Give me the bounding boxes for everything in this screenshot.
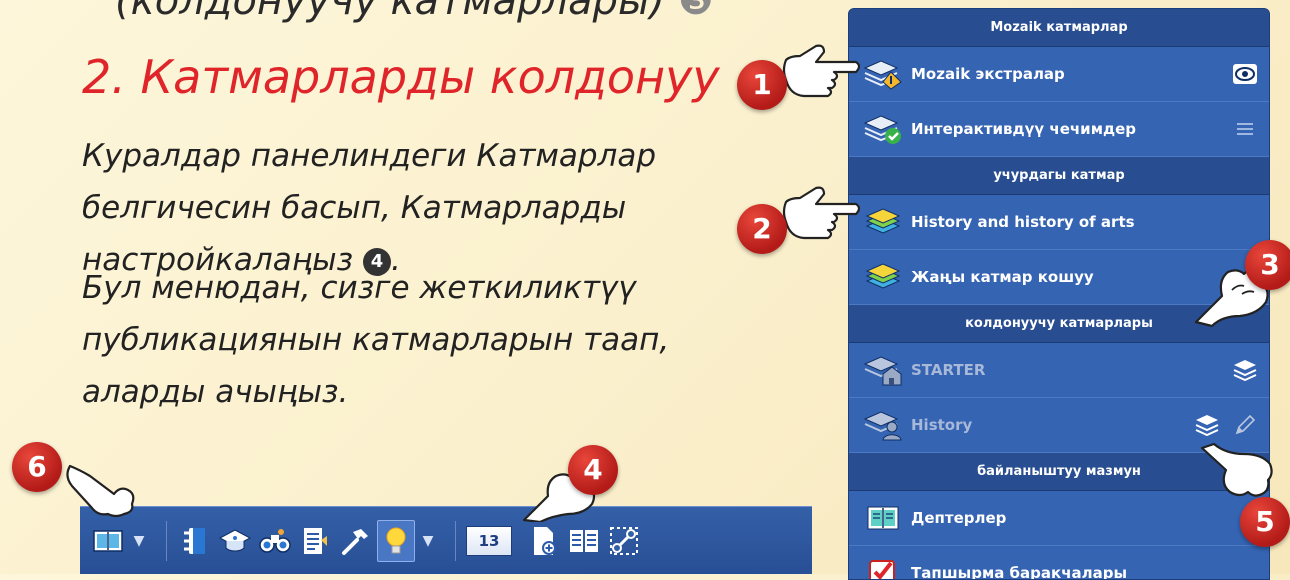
cut-off-caption-number: ❸ (677, 0, 714, 24)
content-row-worksheets[interactable]: Тапшырма баракчалары (849, 546, 1269, 580)
instruction-paragraph-2: Бул менюдан, сизге жеткиликтүү публикаци… (82, 262, 782, 418)
paragraph-1-line-1: Куралдар панелиндеги Катмарлар (82, 138, 657, 174)
layers-user-icon (861, 405, 905, 445)
paragraph-1-line-2: белгичесин басып, Катмарларды (82, 190, 627, 226)
cut-off-caption: (колдонуучу катмарлары) ❸ (115, 0, 714, 24)
toolbar-separator (166, 520, 167, 561)
worksheet-check-icon (861, 553, 905, 579)
layer-row-mozaik-extras[interactable]: Mozaik экстралар (849, 47, 1269, 102)
callout-badge-6: 6 (12, 442, 62, 492)
layer-label-starter: STARTER (911, 361, 986, 379)
two-page-icon[interactable] (566, 521, 602, 561)
notebook-icon (861, 498, 905, 538)
layers-icon[interactable] (1231, 356, 1259, 384)
hammer-icon[interactable] (337, 521, 373, 561)
eye-icon[interactable] (1231, 60, 1259, 88)
layer-label-interactive-solutions: Интерактивдүү чечимдер (911, 120, 1136, 138)
crop-icon[interactable] (606, 521, 642, 561)
content-label-worksheets: Тапшырма баракчалары (911, 564, 1128, 580)
binoculars-icon[interactable] (257, 521, 293, 561)
layer-row-history-arts[interactable]: History and history of arts (849, 195, 1269, 250)
layers-house-icon (861, 350, 905, 390)
caret-down-icon[interactable]: ▼ (130, 533, 148, 549)
cut-off-caption-text: (колдонуучу катмарлары) (115, 0, 666, 24)
callout-badge-4: 4 (568, 445, 618, 495)
paragraph-2-line-1: Бул менюдан, сизге жеткиликтүү (82, 270, 637, 306)
pointing-hand-icon (66, 464, 135, 518)
layer-label-history-arts: History and history of arts (911, 213, 1135, 231)
layer-label-mozaik-extras: Mozaik экстралар (911, 65, 1065, 83)
paragraph-2-line-3: аларды ачыңыз. (82, 374, 349, 410)
toolbar-separator (455, 520, 456, 561)
menu-icon[interactable] (1231, 115, 1259, 143)
layers-warning-icon (861, 54, 905, 94)
layers-stack-icon (861, 257, 905, 297)
pointing-hand-icon (782, 44, 860, 98)
layer-row-interactive-solutions[interactable]: Интерактивдүү чечимдер (849, 102, 1269, 157)
paragraph-2-line-2: публикациянын катмарларын таап, (82, 322, 670, 358)
callout-badge-2: 2 (737, 204, 787, 254)
callout-badge-1: 1 (737, 60, 787, 110)
notes-icon[interactable] (297, 521, 333, 561)
binder-icon[interactable] (177, 521, 213, 561)
content-label-notebooks: Дептерлер (911, 509, 1007, 527)
graduation-cap-icon[interactable] (217, 521, 253, 561)
add-page-icon[interactable] (526, 521, 562, 561)
page-number-field[interactable]: 13 (466, 525, 512, 556)
layer-row-starter[interactable]: STARTER (849, 343, 1269, 398)
layers-icon[interactable] (1193, 411, 1221, 439)
bottom-toolbar: ▼ ▼ 13 (80, 506, 812, 574)
layers-check-icon (861, 109, 905, 149)
section-mozaik-layers: Mozaik катмарлар (849, 9, 1269, 47)
pointing-hand-icon (782, 186, 860, 240)
caret-down-icon[interactable]: ▼ (419, 533, 437, 549)
callout-badge-5: 5 (1240, 497, 1290, 547)
lightbulb-icon[interactable] (377, 519, 415, 562)
callout-badge-3: 3 (1245, 240, 1290, 290)
book-icon[interactable] (90, 521, 126, 561)
section-heading: 2. Катмарларды колдонуу (82, 50, 720, 104)
layer-label-history: History (911, 416, 973, 434)
pencil-icon[interactable] (1231, 411, 1259, 439)
layers-stack-icon (861, 202, 905, 242)
section-current-layer: учурдагы катмар (849, 157, 1269, 195)
